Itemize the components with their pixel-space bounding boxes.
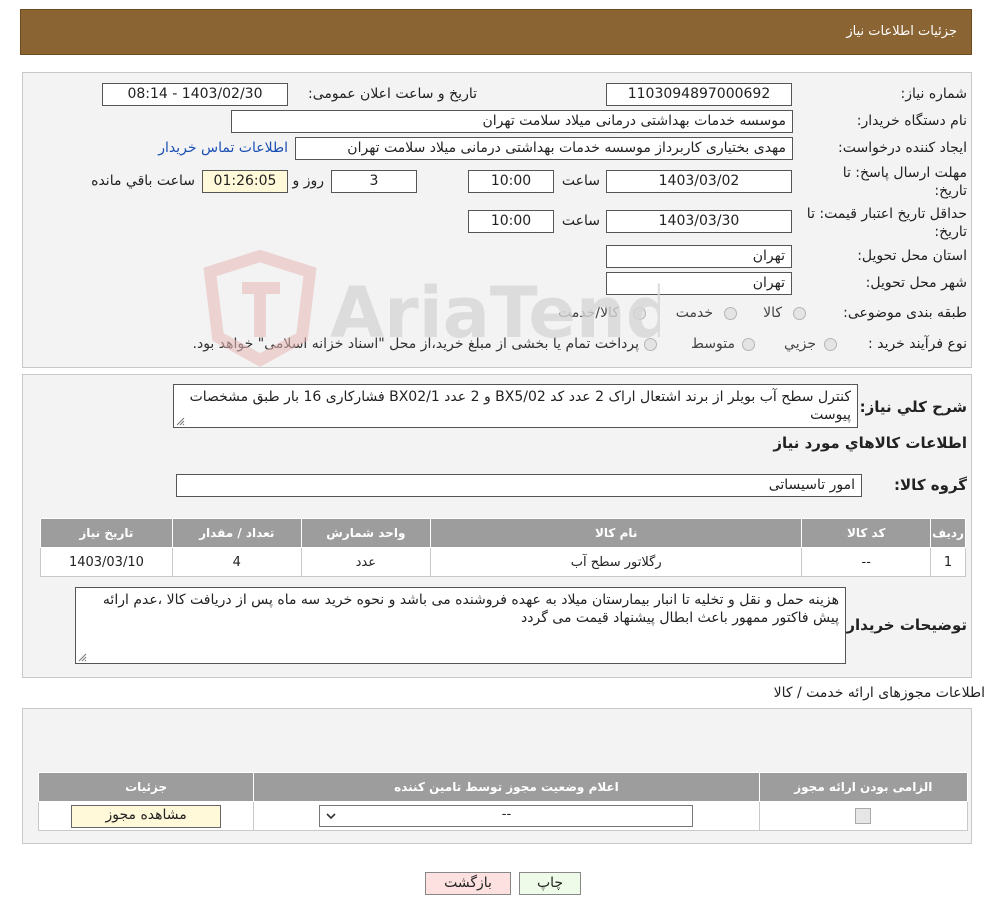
buyer-contact-link[interactable]: اطلاعات تماس خریدار [158,140,288,156]
deadline-label: مهلت ارسال پاسخ: تا [842,165,967,181]
creator-label: ایجاد کننده درخواست: [838,140,967,156]
table-row[interactable]: 1 -- رگلاتور سطح آب عدد 4 1403/03/10 [40,547,966,577]
goods-group-label: گروه کالا: [894,476,967,494]
deadline-label-date: تاریخ: [934,183,967,199]
validity-time-label: ساعت [561,213,600,229]
description-field[interactable]: کنترل سطح آب بویلر از برند اشتعال اراک 2… [173,384,858,428]
category-goods-service-label: کالا/خدمت [558,305,619,321]
col-name: نام کالا [429,518,803,548]
category-service-label: خدمت [675,305,713,321]
col-qty: تعداد / مقدار [171,518,302,548]
description-text: کنترل سطح آب بویلر از برند اشتعال اراک 2… [189,389,851,423]
validity-time-field[interactable]: 10:00 [468,210,554,233]
cell-qty: 4 [171,547,302,577]
city-field[interactable]: تهران [606,272,792,295]
remaining-label: ساعت باقي مانده [91,173,195,189]
process-radio-medium[interactable] [742,338,755,351]
goods-table-header: ردیف کد کالا نام کالا واحد شمارش تعداد /… [40,518,966,548]
goods-group-field[interactable]: امور تاسیساتی [176,474,862,497]
col-permit-status: اعلام وضعیت مجوز توسط تامین کننده [253,772,760,802]
creator-field[interactable]: مهدی بختیاری کاربرداز موسسه خدمات بهداشت… [295,137,793,160]
need-number-label: شماره نیاز: [900,86,968,102]
print-button[interactable]: چاپ [519,872,581,895]
province-field[interactable]: تهران [606,245,792,268]
buyer-notes-label: توضیحات خریدار: [840,616,967,634]
cell-date: 1403/03/10 [40,547,173,577]
announce-label: تاریخ و ساعت اعلان عمومی: [308,86,477,102]
goods-table: ردیف کد کالا نام کالا واحد شمارش تعداد /… [40,518,966,577]
print-button-label: چاپ [536,875,564,891]
category-label: طبقه بندی موضوعی: [843,305,967,321]
table-row: -- مشاهده مجوز [37,801,969,831]
need-number-field[interactable]: 1103094897000692 [606,83,792,106]
deadline-date-field[interactable]: 1403/03/02 [606,170,792,193]
process-medium-label: متوسط [691,336,735,352]
col-row: ردیف [930,518,966,548]
process-radio-treasury[interactable] [644,338,657,351]
view-permit-label: مشاهده مجوز [105,806,187,823]
buyer-org-field[interactable]: موسسه خدمات بهداشتی درمانی میلاد سلامت ت… [231,110,793,133]
category-radio-goods-service[interactable] [633,307,646,320]
col-permit-details: جزئیات [37,772,255,802]
cell-permit-details: مشاهده مجوز [37,801,255,831]
buyer-notes-text: هزینه حمل و نقل و تخلیه تا انبار بیمارست… [102,592,839,626]
process-radio-minor[interactable] [824,338,837,351]
city-label: شهر محل تحویل: [865,275,967,291]
permit-status-value: -- [501,807,512,822]
chevron-down-icon [326,813,337,820]
buyer-notes-field[interactable]: هزینه حمل و نقل و تخلیه تا انبار بیمارست… [75,587,846,664]
permit-status-select[interactable]: -- [319,805,694,827]
cell-code: -- [801,547,932,577]
view-permit-button[interactable]: مشاهده مجوز [71,804,222,828]
category-radio-service[interactable] [724,307,737,320]
col-date: تاریخ نیاز [40,518,173,548]
description-label: شرح کلي نياز: [859,398,967,416]
category-radio-goods[interactable] [793,307,806,320]
goods-info-title: اطلاعات کالاهاي مورد نياز [773,434,967,452]
deadline-time-label: ساعت [561,173,600,189]
validity-date-field[interactable]: 1403/03/30 [606,210,792,233]
process-note: پرداخت تمام یا بخشی از مبلغ خرید،از محل … [192,336,639,352]
category-goods-label: کالا [763,305,782,321]
days-field[interactable]: 3 [331,170,417,193]
province-label: استان محل تحویل: [857,248,967,264]
remaining-time-field: 01:26:05 [202,170,288,193]
days-label: روز و [292,173,325,189]
process-label: نوع فرآیند خرید : [868,336,967,352]
announce-field[interactable]: 1403/02/30 - 08:14 [102,83,288,106]
cell-permit-required [758,801,969,831]
page-header: جزئیات اطلاعات نیاز [20,9,972,55]
cell-unit: عدد [300,547,431,577]
col-permit-required: الزامی بودن ارائه مجوز [758,772,969,802]
back-button[interactable]: بازگشت [425,872,511,895]
permits-table-header: الزامی بودن ارائه مجوز اعلام وضعیت مجوز … [37,772,969,802]
cell-name: رگلاتور سطح آب [429,547,803,577]
back-button-label: بازگشت [444,875,492,891]
validity-label: حداقل تاریخ اعتبار قیمت: تا [806,206,967,222]
col-code: کد کالا [801,518,932,548]
resize-grip-icon[interactable] [78,653,87,662]
cell-row: 1 [930,547,966,577]
permits-title: اطلاعات مجوزهای ارائه خدمت / کالا [773,685,985,701]
permit-required-checkbox[interactable] [855,808,872,824]
buyer-org-label: نام دستگاه خریدار: [856,113,967,129]
process-minor-label: جزیي [784,336,816,352]
cell-permit-status: -- [253,801,760,831]
validity-label-date: تاریخ: [934,224,967,240]
col-unit: واحد شمارش [300,518,431,548]
page-title: جزئیات اطلاعات نیاز [846,24,957,39]
deadline-time-field[interactable]: 10:00 [468,170,554,193]
permits-table: الزامی بودن ارائه مجوز اعلام وضعیت مجوز … [37,772,969,831]
resize-grip-icon[interactable] [176,417,185,426]
